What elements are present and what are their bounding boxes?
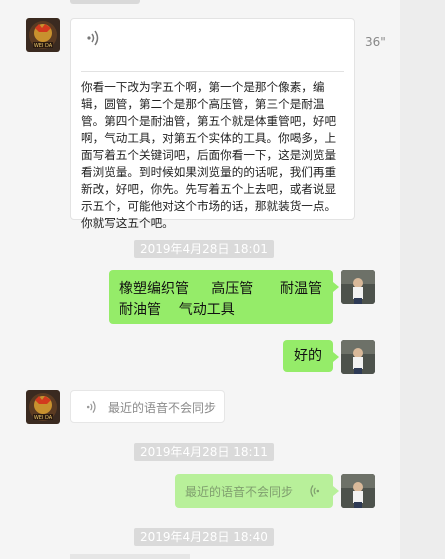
voice-transcript-text: 你看一下改为字五个啊，第一个是那个像素，编辑，圆管，第二个是那个高压管，第三个是… [81, 80, 337, 230]
self-avatar-icon [341, 474, 375, 508]
timestamp: 2019年4月28日 18:11 [134, 443, 274, 461]
outgoing-message-reply[interactable]: 好的 [283, 340, 339, 372]
voice-sync-notice: 最近的语音不会同步 [185, 485, 294, 499]
incoming-voice-message[interactable]: 最近的语音不会同步 [70, 390, 225, 423]
timestamp: 2019年4月28日 18:01 [134, 240, 274, 258]
message-text-line: 耐油管 气动工具 [119, 302, 235, 318]
avatar-self[interactable] [341, 474, 375, 508]
self-avatar-icon [341, 340, 375, 374]
voice-wave-icon [310, 485, 320, 497]
contact-logo-icon: WEI DA [26, 18, 60, 52]
avatar-contact[interactable]: WEI DA [26, 390, 60, 424]
message-text-line: 橡塑编织管 高压管 耐温管 [119, 281, 322, 297]
contact-logo-icon: WEI DA [26, 390, 60, 424]
voice-wave-icon [86, 401, 96, 413]
avatar-self[interactable] [341, 270, 375, 304]
voice-sync-notice: 最近的语音不会同步 [108, 401, 217, 415]
avatar-self[interactable] [341, 340, 375, 374]
right-panel-strip [400, 0, 445, 559]
timestamp: 2019年4月28日 18:40 [134, 528, 274, 546]
self-avatar-icon [341, 270, 375, 304]
next-message-fragment [70, 554, 190, 559]
outgoing-voice-message[interactable]: 最近的语音不会同步 [175, 474, 339, 508]
outgoing-message-products[interactable]: 橡塑编织管 高压管 耐温管 耐油管 气动工具 [109, 270, 339, 324]
transcript-divider [81, 71, 344, 72]
avatar-logo-text: WEI DA [34, 43, 53, 49]
avatar-contact[interactable]: WEI DA [26, 18, 60, 52]
voice-wave-icon[interactable] [85, 29, 105, 47]
voice-duration: 36" [365, 35, 386, 49]
avatar-logo-text: WEI DA [34, 415, 53, 421]
voice-message-with-transcript[interactable]: 你看一下改为字五个啊，第一个是那个像素，编辑，圆管，第二个是那个高压管，第三个是… [70, 18, 355, 230]
previous-message-fragment [70, 0, 140, 4]
